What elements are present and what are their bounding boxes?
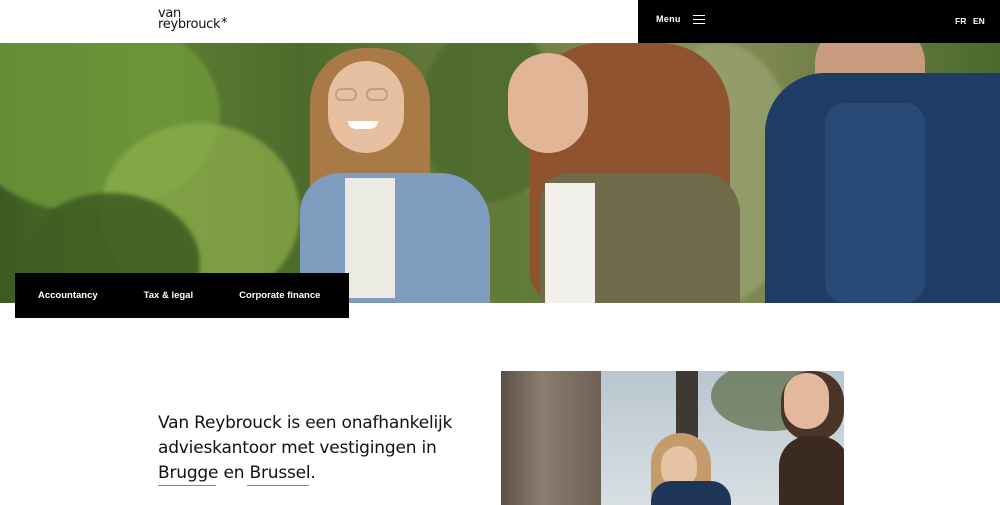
lang-fr-link[interactable]: FR xyxy=(955,16,966,26)
logo-star: * xyxy=(221,16,228,31)
menu-panel: Menu FR EN xyxy=(638,0,1000,43)
service-tab-tax-legal[interactable]: Tax & legal xyxy=(144,290,193,301)
logo-line-2: reybrouck xyxy=(158,17,221,32)
service-tab-accountancy[interactable]: Accountancy xyxy=(38,290,98,301)
intro-heading: Van Reybrouck is een onafhankelijk advie… xyxy=(158,413,453,483)
person-1 xyxy=(290,43,490,303)
brussel-link-underline[interactable] xyxy=(247,485,309,486)
hero-image xyxy=(0,43,1000,303)
services-bar: Accountancy Tax & legal Corporate financ… xyxy=(15,273,349,318)
team-photo xyxy=(501,371,844,505)
service-tab-corporate-finance[interactable]: Corporate finance xyxy=(239,290,320,301)
person-3 xyxy=(765,43,1000,303)
hamburger-icon xyxy=(692,14,705,24)
person-2 xyxy=(500,43,760,303)
brugge-link-underline[interactable] xyxy=(158,485,216,486)
lang-en-link[interactable]: EN xyxy=(973,16,985,26)
logo[interactable]: van reybrouck * xyxy=(158,7,228,32)
site-header: van reybrouck * Menu FR EN xyxy=(0,0,1000,43)
menu-label: Menu xyxy=(656,14,681,24)
menu-button[interactable]: Menu xyxy=(656,14,705,24)
